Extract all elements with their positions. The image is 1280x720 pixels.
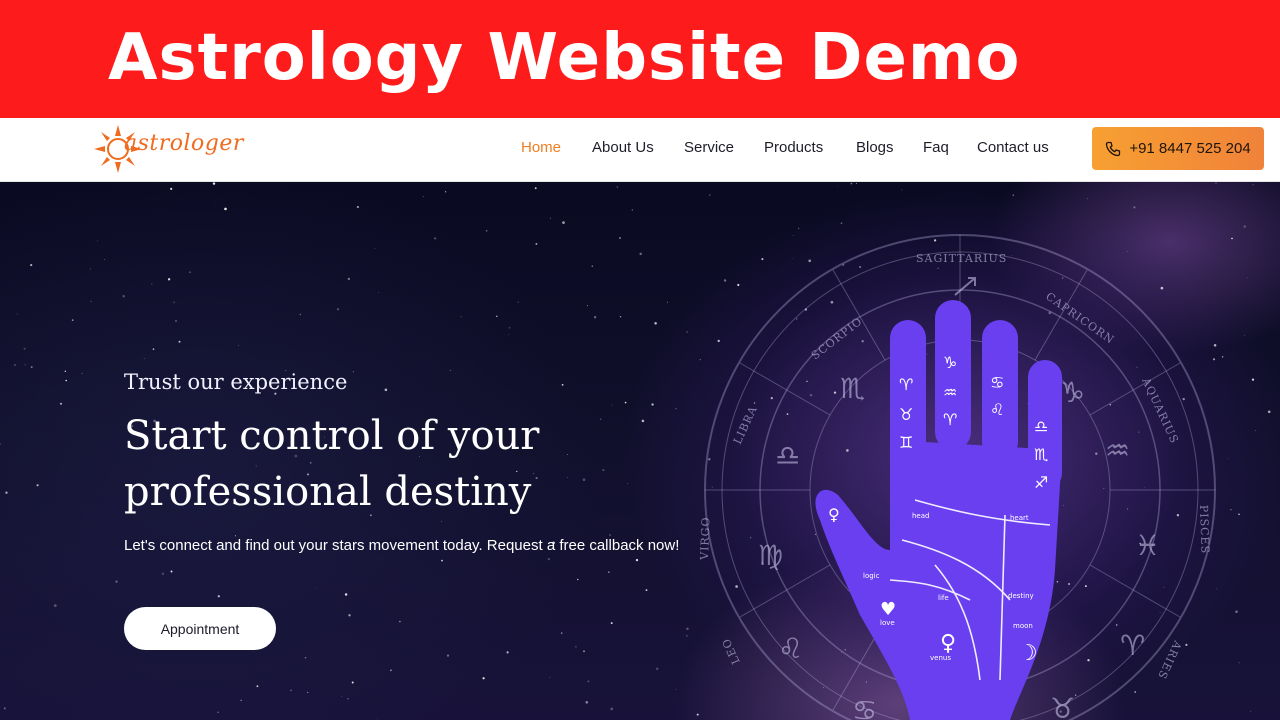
svg-text:☽: ☽ — [1018, 641, 1038, 666]
nav-products[interactable]: Products — [764, 139, 823, 156]
svg-text:♑: ♑ — [1060, 376, 1085, 409]
svg-text:♓: ♓ — [1135, 529, 1160, 562]
sign-aries: ARIES — [1155, 638, 1185, 682]
zodiac-palm-illustration: SAGITTARIUS CAPRICORN AQUARIUS PISCES AR… — [698, 234, 1216, 720]
nav-about-us[interactable]: About Us — [592, 139, 654, 156]
svg-text:♑: ♑ — [943, 353, 957, 372]
phone-icon — [1106, 141, 1121, 156]
hero-description: Let's connect and find out your stars mo… — [124, 537, 680, 554]
svg-text:♎: ♎ — [775, 439, 800, 472]
svg-text:♈: ♈ — [1120, 629, 1145, 662]
phone-call-button[interactable]: +91 8447 525 204 — [1092, 127, 1264, 170]
svg-text:heart: heart — [1010, 514, 1029, 522]
sign-virgo: VIRGO — [698, 516, 713, 561]
svg-text:♈: ♈ — [943, 410, 957, 429]
svg-text:logic: logic — [863, 572, 880, 580]
svg-text:love: love — [880, 619, 895, 627]
phone-number: +91 8447 525 204 — [1129, 140, 1251, 157]
sign-leo: LEO — [719, 636, 742, 666]
svg-text:♉: ♉ — [899, 405, 913, 424]
sign-capricorn: CAPRICORN — [1043, 290, 1117, 347]
svg-text:♥: ♥ — [880, 599, 896, 620]
sign-scorpio: SCORPIO — [809, 315, 865, 363]
svg-text:♀: ♀ — [828, 505, 840, 524]
svg-text:♍: ♍ — [758, 539, 783, 572]
logo-text: astrologer — [124, 131, 244, 156]
hero-kicker: Trust our experience — [124, 370, 348, 394]
nav-faq[interactable]: Faq — [923, 139, 949, 156]
nav-home[interactable]: Home — [521, 139, 561, 156]
svg-text:♋: ♋ — [990, 373, 1004, 392]
svg-text:♒: ♒ — [943, 383, 957, 402]
sign-pisces: PISCES — [1197, 505, 1212, 555]
hero-title: Start control of your professional desti… — [124, 413, 540, 515]
site-logo[interactable]: astrologer — [94, 121, 254, 179]
svg-text:♉: ♉ — [1050, 692, 1075, 720]
svg-text:moon: moon — [1013, 622, 1033, 630]
navbar: astrologer Home About Us Service Product… — [0, 118, 1280, 182]
hero-section: SAGITTARIUS CAPRICORN AQUARIUS PISCES AR… — [0, 182, 1280, 720]
sign-aquarius: AQUARIUS — [1139, 375, 1181, 446]
svg-text:♏: ♏ — [1034, 445, 1048, 464]
svg-text:♒: ♒ — [1105, 434, 1130, 467]
nav-contact-us[interactable]: Contact us — [977, 139, 1049, 156]
nav-service[interactable]: Service — [684, 139, 734, 156]
demo-banner: Astrology Website Demo — [0, 0, 1280, 118]
nav-blogs[interactable]: Blogs — [856, 139, 894, 156]
svg-text:♋: ♋ — [852, 694, 877, 720]
svg-text:head: head — [912, 512, 929, 520]
svg-text:♊: ♊ — [899, 433, 913, 452]
svg-text:life: life — [938, 594, 949, 602]
svg-text:♀: ♀ — [940, 631, 956, 656]
svg-text:♎: ♎ — [1034, 417, 1048, 436]
sign-sagittarius: SAGITTARIUS — [916, 252, 1007, 265]
svg-text:♈: ♈ — [899, 375, 913, 394]
svg-text:♐: ♐ — [1034, 473, 1048, 492]
sign-libra: LIBRA — [731, 404, 760, 447]
appointment-button[interactable]: Appointment — [124, 607, 276, 650]
svg-text:♏: ♏ — [840, 372, 865, 405]
svg-text:destiny: destiny — [1008, 592, 1034, 600]
svg-text:♌: ♌ — [990, 400, 1004, 419]
svg-text:♌: ♌ — [778, 632, 803, 665]
banner-title: Astrology Website Demo — [108, 21, 1021, 95]
